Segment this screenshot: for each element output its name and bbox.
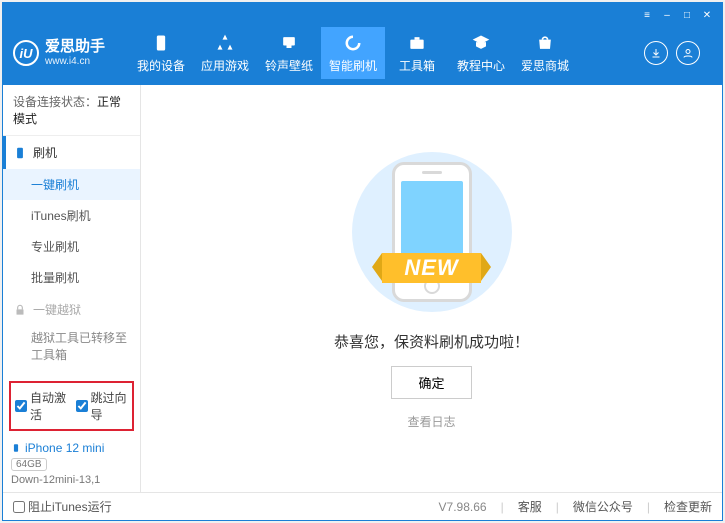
download-icon[interactable] (644, 41, 668, 65)
device-block[interactable]: iPhone 12 mini 64GB Down-12mini-13,1 (3, 435, 140, 492)
version-label: V7.98.66 (439, 500, 487, 514)
ok-button[interactable]: 确定 (391, 366, 471, 399)
minimize-button[interactable]: – (660, 8, 674, 22)
nav-store[interactable]: 爱思商城 (513, 27, 577, 79)
view-log-link[interactable]: 查看日志 (407, 413, 455, 430)
window-controls: ≡ – □ ✕ (640, 8, 714, 22)
nav-toolbox[interactable]: 工具箱 (385, 27, 449, 79)
update-link[interactable]: 检查更新 (664, 498, 712, 515)
nav-courses[interactable]: 教程中心 (449, 27, 513, 79)
sidebar: 设备连接状态：正常模式 刷机 一键刷机 iTunes刷机 专业刷机 批量刷机 一… (3, 85, 141, 492)
app-logo-icon: iU (13, 40, 39, 66)
nav-apps[interactable]: 应用游戏 (193, 27, 257, 79)
close-button[interactable]: ✕ (700, 8, 714, 22)
main-nav: 我的设备 应用游戏 铃声壁纸 智能刷机 工具箱 教程中心 爱思商城 (129, 27, 577, 79)
sidebar-item-batch[interactable]: 批量刷机 (3, 262, 140, 293)
nav-flash[interactable]: 智能刷机 (321, 27, 385, 79)
new-ribbon: NEW (382, 253, 480, 283)
options-highlight: 自动激活 跳过向导 (9, 381, 134, 431)
device-storage-badge: 64GB (11, 458, 47, 471)
sidebar-item-onekey[interactable]: 一键刷机 (3, 169, 140, 200)
phone-icon (13, 146, 27, 160)
sidebar-item-itunes[interactable]: iTunes刷机 (3, 200, 140, 231)
checkbox-skip-guide[interactable]: 跳过向导 (76, 389, 129, 423)
success-message: 恭喜您，保资料刷机成功啦！ (334, 331, 529, 352)
section-flash[interactable]: 刷机 (3, 136, 140, 169)
section-jailbreak: 一键越狱 (3, 293, 140, 326)
app-window: ≡ – □ ✕ iU 爱思助手 www.i4.cn 我的设备 应用游戏 铃声壁纸… (2, 2, 723, 521)
success-illustration: NEW (322, 147, 542, 317)
device-sub: Down-12mini-13,1 (11, 474, 132, 486)
connection-status: 设备连接状态：正常模式 (3, 85, 140, 136)
app-title: 爱思助手 (45, 39, 105, 56)
sidebar-item-pro[interactable]: 专业刷机 (3, 231, 140, 262)
checkbox-auto-activate[interactable]: 自动激活 (15, 389, 68, 423)
device-name: iPhone 12 mini (11, 441, 132, 455)
lock-icon (13, 303, 27, 317)
jailbreak-note: 越狱工具已转移至工具箱 (3, 326, 140, 372)
section-more[interactable]: 更多 (3, 372, 140, 377)
settings-icon[interactable]: ≡ (640, 8, 654, 22)
wechat-link[interactable]: 微信公众号 (573, 498, 633, 515)
app-url: www.i4.cn (45, 56, 105, 67)
main-content: NEW 恭喜您，保资料刷机成功啦！ 确定 查看日志 (141, 85, 722, 492)
maximize-button[interactable]: □ (680, 8, 694, 22)
nav-rings[interactable]: 铃声壁纸 (257, 27, 321, 79)
nav-device[interactable]: 我的设备 (129, 27, 193, 79)
support-link[interactable]: 客服 (518, 498, 542, 515)
device-icon (11, 441, 21, 455)
app-header: ≡ – □ ✕ iU 爱思助手 www.i4.cn 我的设备 应用游戏 铃声壁纸… (3, 3, 722, 85)
footer-bar: 阻止iTunes运行 V7.98.66 | 客服 | 微信公众号 | 检查更新 (3, 492, 722, 520)
checkbox-block-itunes[interactable]: 阻止iTunes运行 (13, 498, 112, 515)
user-icon[interactable] (676, 41, 700, 65)
